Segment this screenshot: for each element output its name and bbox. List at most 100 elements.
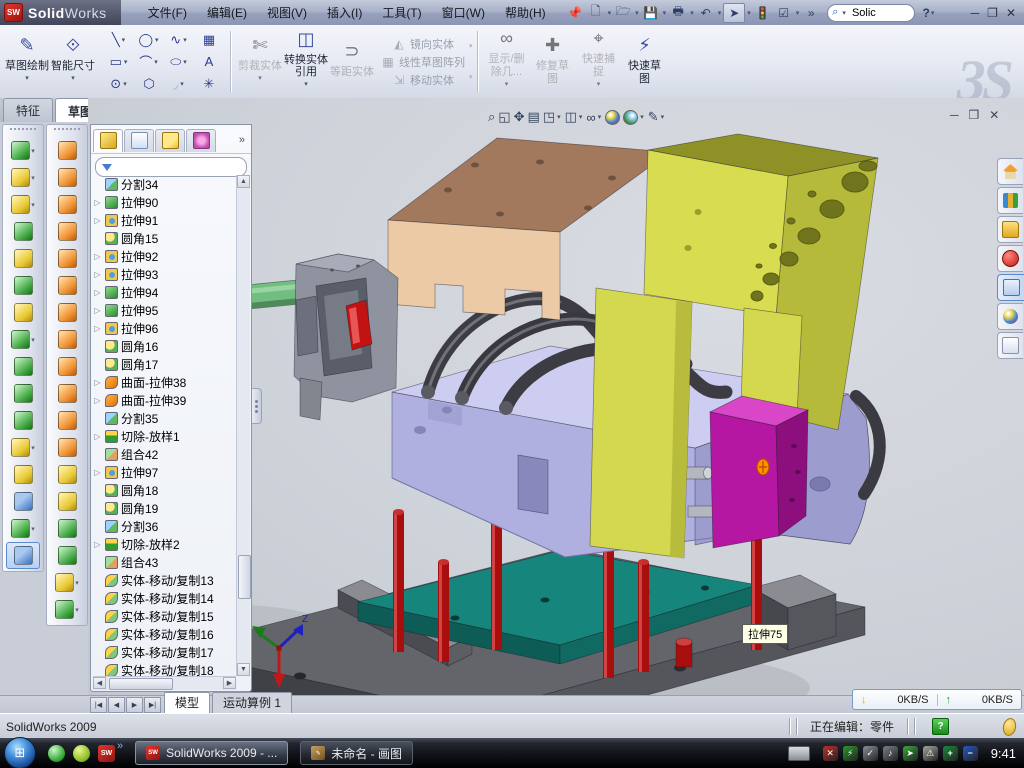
previous-tab-icon[interactable]: ◀ bbox=[108, 697, 125, 713]
tree-item[interactable]: 实体-移动/复制14 bbox=[93, 589, 236, 607]
line-icon[interactable]: ╲▾ bbox=[104, 29, 134, 51]
tree-item[interactable]: ▷拉伸90 bbox=[93, 193, 236, 211]
dropdown-icon[interactable]: ▾ bbox=[304, 79, 308, 91]
linear-pattern-icon[interactable]: ▾ bbox=[6, 326, 40, 353]
mirror-entities-button[interactable]: ◭镜向实体 bbox=[392, 36, 454, 52]
expand-icon[interactable]: ▷ bbox=[93, 468, 102, 477]
dropdown-icon[interactable]: ▾ bbox=[635, 9, 639, 17]
expand-icon[interactable]: ▷ bbox=[93, 324, 102, 333]
trim-entities-button[interactable]: ✄剪裁实体▾ bbox=[237, 39, 283, 85]
offset-surface-icon[interactable] bbox=[50, 353, 84, 380]
dropdown-icon[interactable]: ▾ bbox=[183, 58, 187, 66]
freeform-icon[interactable] bbox=[50, 245, 84, 272]
quick-snaps-button[interactable]: ⌖快速捕捉▾ bbox=[576, 32, 622, 91]
solidworks-quicklaunch-icon[interactable]: SW bbox=[98, 745, 115, 762]
update-icon[interactable]: ✓ bbox=[863, 746, 878, 761]
split-icon[interactable]: ▾ bbox=[6, 434, 40, 461]
text-icon[interactable]: A bbox=[194, 51, 224, 73]
dropdown-icon[interactable]: ▾ bbox=[579, 113, 583, 121]
curve-icon[interactable]: ▾ bbox=[6, 515, 40, 542]
overflow-icon[interactable]: » bbox=[801, 4, 821, 22]
tree-vertical-scrollbar[interactable]: ▲ ▼ bbox=[236, 175, 250, 676]
taskbar-button[interactable]: ✎未命名 - 画图 bbox=[300, 741, 413, 765]
chamfer-icon[interactable] bbox=[6, 218, 40, 245]
edit-appearance-icon[interactable] bbox=[605, 110, 620, 125]
upload-icon[interactable]: ➤ bbox=[903, 746, 918, 761]
expand-icon[interactable]: ▷ bbox=[93, 378, 102, 387]
sketch-curve-icon[interactable]: ▾ bbox=[50, 596, 84, 623]
menu-v[interactable]: 视图(V) bbox=[258, 1, 316, 24]
convert-entities-button[interactable]: ◫转换实体引用▾ bbox=[283, 33, 329, 91]
selection-box-icon[interactable]: ▦ bbox=[194, 29, 224, 51]
propertymanager-tab[interactable] bbox=[124, 129, 154, 152]
dropdown-icon[interactable]: ▾ bbox=[796, 9, 800, 17]
tab-model[interactable]: 模型 bbox=[164, 692, 210, 713]
dropdown-icon[interactable]: ▾ bbox=[557, 113, 561, 121]
linear-sketch-pattern-button[interactable]: ▦线性草图阵列 bbox=[381, 54, 465, 70]
tree-splitter-handle[interactable] bbox=[252, 388, 262, 424]
model-small-red-cylinder[interactable] bbox=[676, 638, 692, 667]
dropdown-icon[interactable]: ▾ bbox=[122, 36, 126, 44]
extruded-boss-icon[interactable]: ▾ bbox=[6, 137, 40, 164]
tree-item[interactable]: ▷拉伸97 bbox=[93, 463, 236, 481]
tree-item[interactable]: ▷拉伸92 bbox=[93, 247, 236, 265]
search-input[interactable] bbox=[850, 6, 906, 20]
dropdown-icon[interactable]: ▾ bbox=[183, 36, 187, 44]
tree-filter-box[interactable] bbox=[95, 157, 247, 177]
tree-item[interactable]: ▷曲面-拉伸38 bbox=[93, 373, 236, 391]
keyboard-icon[interactable] bbox=[788, 746, 810, 761]
sync-blocked-icon[interactable]: − bbox=[963, 746, 978, 761]
tree-item[interactable]: 圆角16 bbox=[93, 337, 236, 355]
zoom-to-area-icon[interactable]: ◱ bbox=[498, 109, 510, 125]
scroll-thumb[interactable] bbox=[238, 555, 251, 599]
dimxpertmanager-tab[interactable] bbox=[186, 129, 216, 152]
taskbar-clock[interactable]: 9:41 bbox=[991, 746, 1016, 761]
rib-icon[interactable] bbox=[6, 299, 40, 326]
search-box[interactable]: ⌕▾ bbox=[827, 4, 915, 22]
ellipse-icon[interactable]: ⬭▾ bbox=[164, 51, 194, 73]
dropdown-icon[interactable]: ▾ bbox=[31, 444, 35, 452]
status-help-icon[interactable]: ? bbox=[932, 718, 949, 735]
core-icon[interactable] bbox=[50, 542, 84, 569]
arc-icon[interactable]: ⌒▾ bbox=[134, 51, 164, 73]
last-tab-icon[interactable]: ▶| bbox=[144, 697, 161, 713]
tree-item[interactable]: ▷拉伸95 bbox=[93, 301, 236, 319]
tree-item[interactable]: ▷切除-放样1 bbox=[93, 427, 236, 445]
close-icon[interactable]: ✕ bbox=[1006, 6, 1016, 20]
tree-item[interactable]: 分割36 bbox=[93, 517, 236, 535]
restore-icon[interactable]: ❐ bbox=[987, 6, 998, 20]
scroll-right-icon[interactable]: ▶ bbox=[223, 677, 236, 689]
section-view-icon[interactable]: ▤ bbox=[527, 109, 539, 125]
expand-icon[interactable]: ▷ bbox=[93, 396, 102, 405]
dropdown-icon[interactable]: ▾ bbox=[180, 80, 184, 88]
scroll-left-icon[interactable]: ◀ bbox=[93, 677, 106, 689]
security-green-icon[interactable]: ⚡ bbox=[843, 746, 858, 761]
tree-horizontal-scrollbar[interactable]: ◀ ▶ bbox=[93, 676, 236, 690]
revolved-boss-icon[interactable]: ▾ bbox=[6, 164, 40, 191]
view-palette-tab[interactable] bbox=[997, 274, 1024, 301]
dropdown-icon[interactable]: ▾ bbox=[75, 606, 79, 614]
tree-item[interactable]: ▷曲面-拉伸39 bbox=[93, 391, 236, 409]
reference-plane-icon[interactable] bbox=[6, 461, 40, 488]
toolbar-grip[interactable] bbox=[54, 128, 80, 134]
custom-properties-tab[interactable] bbox=[997, 332, 1023, 359]
combine-icon[interactable] bbox=[6, 353, 40, 380]
tree-item[interactable]: 实体-移动/复制16 bbox=[93, 625, 236, 643]
taskbar-button[interactable]: SWSolidWorks 2009 - ... bbox=[135, 741, 288, 765]
dropdown-icon[interactable]: ▾ bbox=[661, 113, 665, 121]
dropdown-icon[interactable]: ▾ bbox=[690, 9, 694, 17]
scroll-down-icon[interactable]: ▼ bbox=[237, 663, 250, 676]
tree-tabs-overflow-icon[interactable]: » bbox=[239, 134, 249, 146]
fillet-icon[interactable]: ▾ bbox=[6, 191, 40, 218]
dropdown-icon[interactable]: ▾ bbox=[25, 73, 29, 85]
planar-surface-icon[interactable] bbox=[50, 299, 84, 326]
sketch-button[interactable]: ✎草图绘制▾ bbox=[4, 39, 50, 85]
boundary-boss-icon[interactable] bbox=[50, 218, 84, 245]
tree-item[interactable]: 组合43 bbox=[93, 553, 236, 571]
select-icon[interactable]: ➤ bbox=[723, 3, 745, 23]
display-style-icon[interactable]: ◫▾ bbox=[565, 109, 584, 125]
reference-geometry-icon[interactable]: ▾ bbox=[50, 569, 84, 596]
split-line-icon[interactable] bbox=[50, 461, 84, 488]
move-body-icon[interactable] bbox=[6, 380, 40, 407]
dropdown-icon[interactable]: ▾ bbox=[75, 579, 79, 587]
